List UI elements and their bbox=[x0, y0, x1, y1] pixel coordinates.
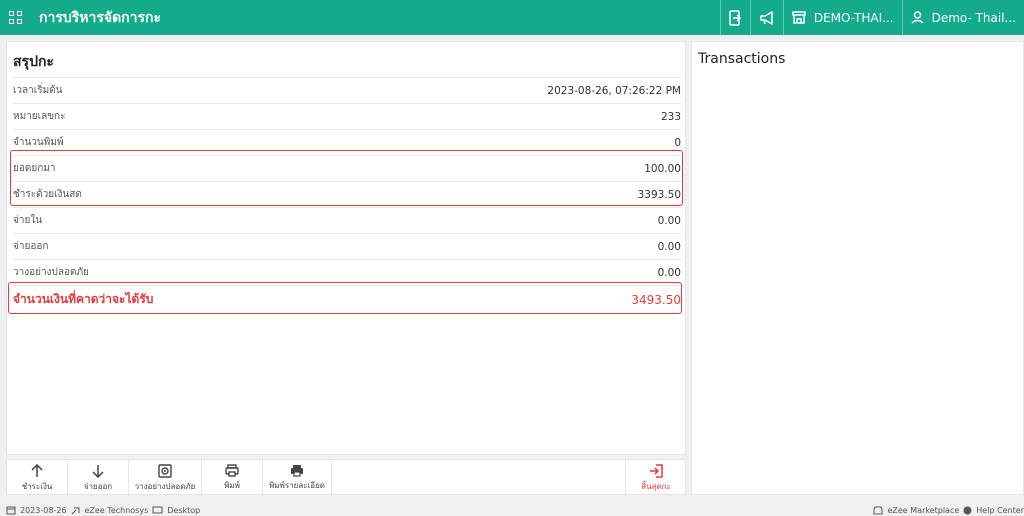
row-label: จ่ายใน bbox=[13, 215, 43, 226]
row-value: 2023-08-26, 07:26:22 PM bbox=[547, 84, 681, 97]
print-label: พิมพ์ bbox=[224, 481, 240, 490]
summary-row-pay-out: จ่ายออก 0.00 bbox=[13, 233, 681, 259]
arrow-up-icon bbox=[31, 463, 43, 477]
print-button[interactable]: พิมพ์ bbox=[202, 460, 263, 496]
help-center-link[interactable]: Help Center bbox=[976, 506, 1024, 515]
row-value: 0.00 bbox=[657, 240, 681, 253]
transactions-title: Transactions bbox=[698, 51, 786, 67]
status-company: eZee Technosys bbox=[84, 506, 149, 515]
export-icon bbox=[729, 9, 741, 26]
safe-drop-button[interactable]: วางอย่างปลอดภัย bbox=[129, 460, 202, 496]
status-date: 2023-08-26 bbox=[20, 506, 67, 515]
user-menu[interactable]: Demo- Thail... bbox=[901, 0, 1024, 35]
safe-icon bbox=[158, 463, 172, 478]
user-label: Demo- Thail... bbox=[931, 10, 1016, 25]
row-value: 0 bbox=[674, 136, 681, 149]
megaphone-icon bbox=[760, 10, 773, 25]
calendar-icon bbox=[6, 506, 16, 515]
row-value: 0.00 bbox=[657, 214, 681, 227]
pay-in-label: ชำระเงิน bbox=[21, 481, 53, 491]
link-icon bbox=[71, 507, 79, 515]
status-bar: 2023-08-26 eZee Technosys Desktop eZee M… bbox=[0, 503, 1024, 516]
end-shift-button[interactable]: สิ้นสุดกะ bbox=[625, 460, 686, 496]
print-detail-button[interactable]: พิมพ์รายละเอียด bbox=[263, 460, 332, 496]
highlight-box-cash bbox=[10, 150, 683, 206]
marketplace-link[interactable]: eZee Marketplace bbox=[887, 506, 959, 515]
action-toolbar: ชำระเงิน จ่ายออก วางอย่างปลอดภัย พิมพ์ พ… bbox=[6, 459, 686, 496]
highlight-box-expected bbox=[8, 282, 682, 314]
shift-summary-panel: สรุปกะ เวลาเริ่มต้น 2023-08-26, 07:26:22… bbox=[6, 41, 686, 455]
end-shift-label: สิ้นสุดกะ bbox=[641, 481, 671, 491]
store-selector[interactable]: DEMO-THAI... bbox=[782, 0, 902, 35]
row-label: หมายเลขกะ bbox=[13, 111, 66, 122]
arrow-down-icon bbox=[92, 464, 104, 478]
summary-row-shift-number: หมายเลขกะ 233 bbox=[13, 103, 681, 129]
row-label: วางอย่างปลอดภัย bbox=[13, 267, 89, 278]
apps-grid-icon[interactable] bbox=[9, 10, 23, 25]
safe-drop-label: วางอย่างปลอดภัย bbox=[134, 481, 196, 491]
row-label: จำนวนพิมพ์ bbox=[13, 137, 64, 148]
pay-out-button[interactable]: จ่ายออก bbox=[68, 460, 129, 496]
store-icon bbox=[792, 11, 806, 24]
summary-row-start-time: เวลาเริ่มต้น 2023-08-26, 07:26:22 PM bbox=[13, 77, 681, 103]
summary-title: สรุปกะ bbox=[13, 54, 54, 70]
pay-in-button[interactable]: ชำระเงิน bbox=[7, 460, 68, 496]
printer-detail-icon bbox=[291, 465, 303, 477]
row-value: 233 bbox=[660, 110, 681, 123]
announcement-button[interactable] bbox=[749, 0, 783, 35]
top-bar: การบริหารจัดการกะ DEMO-THAI... Demo- Tha… bbox=[0, 0, 1024, 35]
desktop-icon bbox=[152, 506, 163, 514]
marketplace-icon bbox=[873, 506, 883, 515]
row-value: 0.00 bbox=[657, 266, 681, 279]
pay-out-label: จ่ายออก bbox=[83, 481, 113, 491]
summary-row-pay-in: จ่ายใน 0.00 bbox=[13, 207, 681, 233]
transactions-panel: Transactions bbox=[691, 41, 1024, 495]
help-icon bbox=[963, 506, 972, 515]
status-device: Desktop bbox=[167, 506, 201, 515]
printer-icon bbox=[225, 464, 239, 477]
row-label: จ่ายออก bbox=[13, 241, 49, 252]
sign-out-icon bbox=[650, 463, 663, 478]
row-label: เวลาเริ่มต้น bbox=[13, 85, 63, 96]
store-label: DEMO-THAI... bbox=[813, 10, 894, 25]
export-button[interactable] bbox=[719, 0, 750, 35]
user-icon bbox=[911, 11, 924, 24]
print-detail-label: พิมพ์รายละเอียด bbox=[269, 481, 325, 490]
page-title: การบริหารจัดการกะ bbox=[39, 9, 162, 26]
